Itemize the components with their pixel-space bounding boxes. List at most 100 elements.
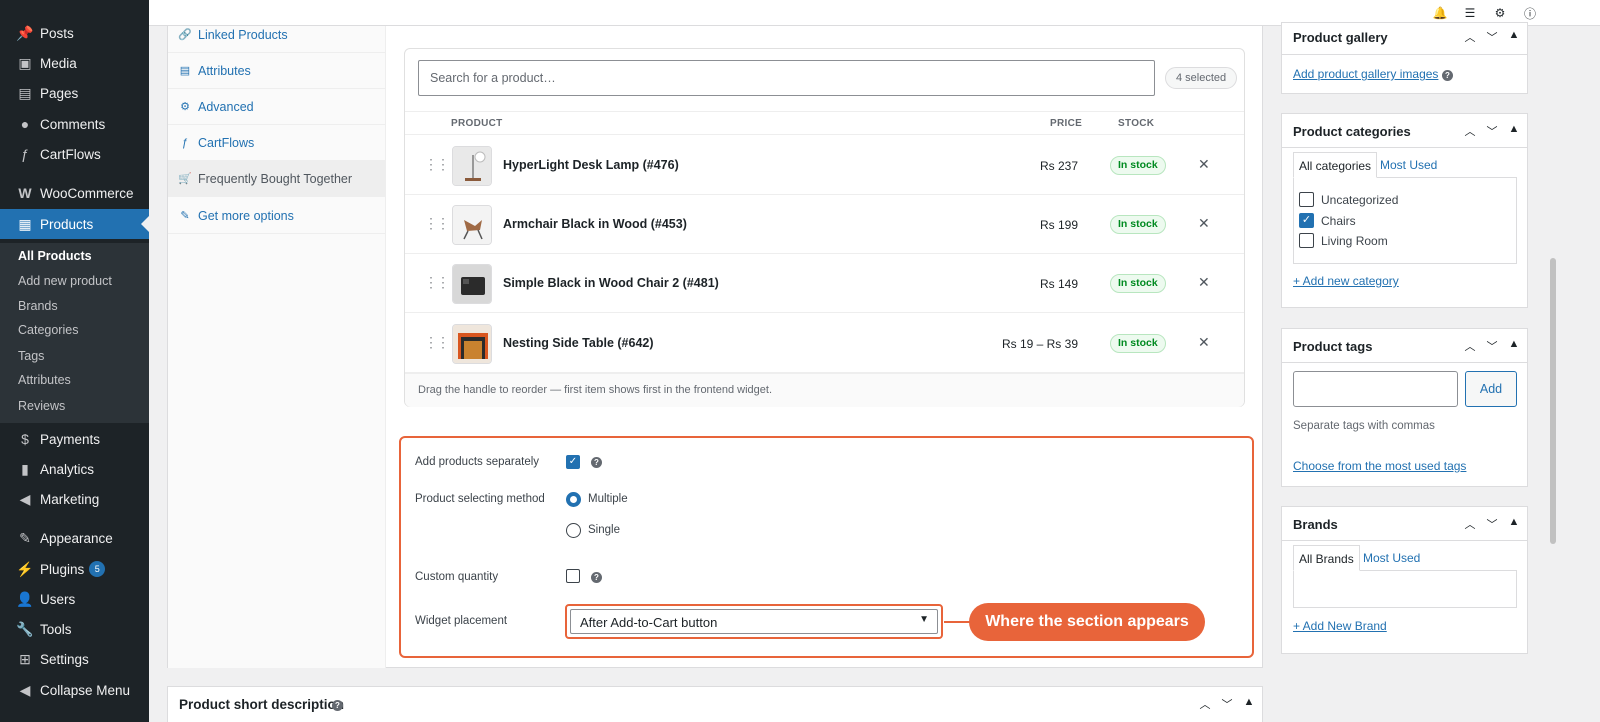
submenu-add-new-product[interactable]: Add new product (18, 274, 112, 288)
bell-icon[interactable]: 🔔 (1432, 5, 1448, 21)
stock-badge: In stock (1110, 156, 1166, 175)
help-icon[interactable]: ⓘ (1522, 5, 1538, 21)
menu-plugins[interactable]: ⚡ Plugins 5 (0, 554, 149, 584)
tab-most-used-categories[interactable]: Most Used (1380, 158, 1437, 172)
drag-handle-icon[interactable]: ⋮⋮ (424, 274, 450, 291)
product-tags-title: Product tags (1293, 339, 1373, 354)
menu-settings[interactable]: ⊞ Settings (0, 644, 149, 674)
remove-icon[interactable]: ✕ (1198, 334, 1210, 351)
submenu-tags[interactable]: Tags (18, 349, 44, 363)
tab-all-categories[interactable]: All categories (1293, 152, 1378, 178)
method-multiple-label: Multiple (588, 493, 628, 505)
help-icon[interactable]: ? (591, 572, 602, 583)
brands-title: Brands (1293, 517, 1338, 532)
category-living-room[interactable]: Living Room (1299, 233, 1388, 248)
tag-input[interactable] (1293, 371, 1458, 407)
category-uncategorized[interactable]: Uncategorized (1299, 192, 1398, 207)
method-single-radio[interactable] (566, 523, 581, 538)
tab-advanced[interactable]: ⚙ Advanced (168, 89, 385, 125)
product-search-input[interactable] (418, 60, 1155, 96)
list-icon[interactable]: ☰ (1462, 5, 1478, 21)
drag-handle-icon[interactable]: ⋮⋮ (424, 215, 450, 232)
selecting-method-label: Product selecting method (415, 493, 545, 505)
category-checkbox[interactable]: ✓ (1299, 213, 1314, 228)
scrollbar-thumb[interactable] (1550, 258, 1556, 544)
submenu-attributes[interactable]: Attributes (18, 373, 71, 387)
toggle-panel-icon[interactable]: ▲ (1508, 29, 1520, 45)
menu-users[interactable]: 👤 Users (0, 584, 149, 614)
chevron-up-icon[interactable]: ︿ (1464, 338, 1476, 354)
drag-handle-icon[interactable]: ⋮⋮ (424, 156, 450, 173)
custom-quantity-checkbox[interactable] (566, 569, 580, 583)
menu-media[interactable]: ▣ Media (0, 48, 149, 78)
submenu-reviews[interactable]: Reviews (18, 399, 65, 413)
submenu-categories[interactable]: Categories (18, 323, 78, 337)
chevron-up-icon[interactable]: ︿ (1199, 696, 1211, 712)
add-tag-button[interactable]: Add (1465, 371, 1517, 407)
chevron-up-icon[interactable]: ︿ (1464, 29, 1476, 45)
help-icon[interactable]: ? (332, 700, 343, 711)
toggle-panel-icon[interactable]: ▲ (1508, 516, 1520, 532)
menu-label: Media (40, 55, 77, 71)
tab-all-brands[interactable]: All Brands (1293, 545, 1360, 571)
chevron-down-icon[interactable]: ﹀ (1486, 338, 1498, 354)
toggle-panel-icon[interactable]: ▲ (1508, 123, 1520, 139)
remove-icon[interactable]: ✕ (1198, 156, 1210, 173)
remove-icon[interactable]: ✕ (1198, 274, 1210, 291)
widget-placement-select[interactable]: After Add-to-Cart button ▼ (565, 604, 943, 639)
product-name: Nesting Side Table (#642) (503, 336, 654, 350)
brands-box: Brands ︿ ﹀ ▲ All Brands Most Used + Add … (1281, 506, 1528, 654)
products-submenu: All Products Add new product Brands Cate… (0, 243, 149, 423)
tab-attributes[interactable]: ▤ Attributes (168, 53, 385, 89)
menu-label: Pages (40, 85, 79, 101)
help-icon[interactable]: ? (591, 457, 602, 468)
column-price: PRICE (1050, 118, 1083, 129)
menu-comments[interactable]: ● Comments (0, 109, 149, 139)
chevron-up-icon[interactable]: ︿ (1464, 516, 1476, 532)
chevron-down-icon[interactable]: ﹀ (1486, 516, 1498, 532)
menu-analytics[interactable]: ▮ Analytics (0, 454, 149, 484)
category-checkbox[interactable] (1299, 192, 1314, 207)
add-separately-checkbox[interactable]: ✓ (566, 455, 580, 469)
toggle-panel-icon[interactable]: ▲ (1243, 696, 1255, 712)
tab-cartflows[interactable]: ƒ CartFlows (168, 125, 385, 161)
drag-handle-icon[interactable]: ⋮⋮ (424, 334, 450, 351)
tab-get-more-options[interactable]: ✎ Get more options (168, 198, 385, 234)
chevron-down-icon[interactable]: ﹀ (1221, 696, 1233, 712)
chevron-up-icon[interactable]: ︿ (1464, 123, 1476, 139)
short-description-title: Product short description (179, 697, 345, 712)
tab-most-used-brands[interactable]: Most Used (1363, 551, 1420, 565)
tab-frequently-bought-together[interactable]: 🛒 Frequently Bought Together (168, 161, 385, 197)
toggle-panel-icon[interactable]: ▲ (1508, 338, 1520, 354)
method-multiple-radio[interactable] (566, 492, 581, 507)
menu-pages[interactable]: ▤ Pages (0, 78, 149, 108)
chevron-down-icon[interactable]: ﹀ (1486, 123, 1498, 139)
submenu-all-products[interactable]: All Products (18, 249, 92, 263)
chevron-down-icon[interactable]: ﹀ (1486, 29, 1498, 45)
product-gallery-title: Product gallery (1293, 30, 1388, 45)
menu-cartflows[interactable]: ƒ CartFlows (0, 139, 149, 169)
tab-linked-products[interactable]: 🔗 Linked Products (168, 17, 385, 53)
menu-woocommerce[interactable]: W WooCommerce (0, 178, 149, 208)
menu-collapse[interactable]: ◀ Collapse Menu (0, 675, 149, 705)
menu-products[interactable]: ▦ Products (0, 209, 149, 239)
choose-most-used-tags-link[interactable]: Choose from the most used tags (1293, 459, 1466, 473)
box-controls: ︿ ﹀ ▲ (1464, 29, 1520, 45)
remove-icon[interactable]: ✕ (1198, 215, 1210, 232)
gear-icon: ⚙ (180, 101, 190, 113)
add-new-category-link[interactable]: + Add new category (1293, 274, 1399, 288)
add-gallery-images-link[interactable]: Add product gallery images (1293, 67, 1438, 81)
gear-icon[interactable]: ⚙ (1492, 5, 1508, 21)
category-chairs[interactable]: ✓ Chairs (1299, 213, 1356, 228)
help-icon[interactable]: ? (1442, 70, 1453, 81)
menu-tools[interactable]: 🔧 Tools (0, 614, 149, 644)
method-single-label: Single (588, 524, 620, 536)
submenu-brands[interactable]: Brands (18, 299, 58, 313)
category-checkbox[interactable] (1299, 233, 1314, 248)
add-new-brand-link[interactable]: + Add New Brand (1293, 619, 1387, 633)
menu-appearance[interactable]: ✎ Appearance (0, 523, 149, 553)
menu-marketing[interactable]: ◀ Marketing (0, 484, 149, 514)
menu-payments[interactable]: $ Payments (0, 424, 149, 454)
menu-posts[interactable]: 📌 Posts (0, 18, 149, 48)
page-scrollbar[interactable] (1548, 26, 1558, 722)
